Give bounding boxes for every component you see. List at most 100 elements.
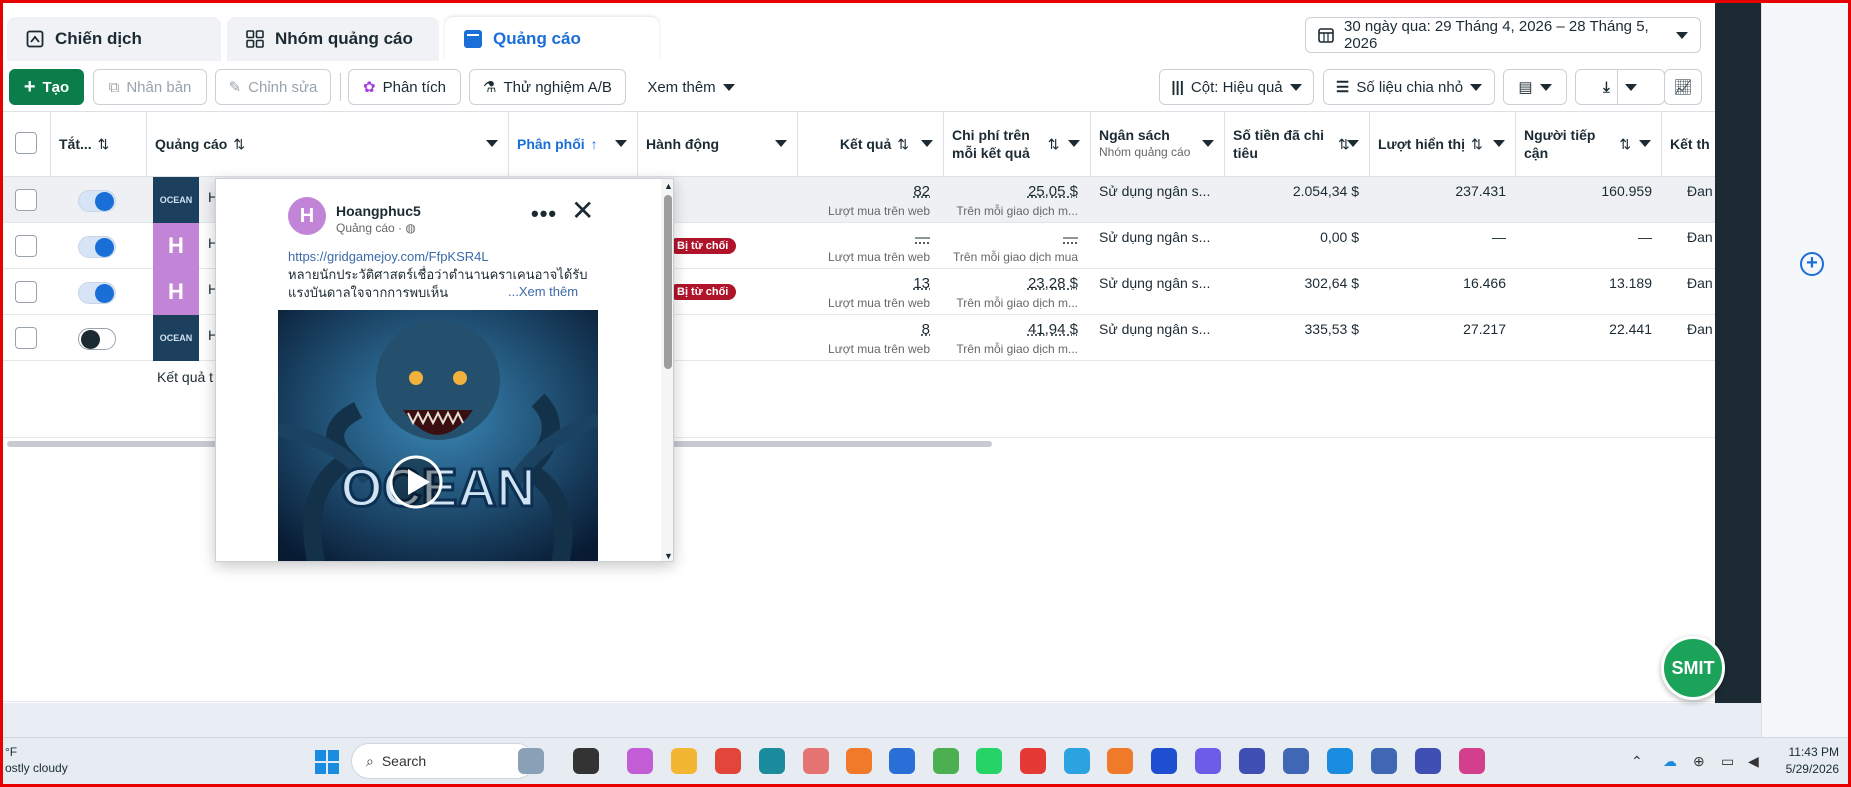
download-icon: ⤓ <box>1603 78 1610 96</box>
chevron-up-icon[interactable]: ⌃ <box>1631 753 1643 770</box>
analyze-button[interactable]: ✿ Phân tích <box>348 69 461 105</box>
ad-link[interactable]: https://gridgamejoy.com/FfpKSR4L <box>288 249 489 264</box>
app-icon[interactable] <box>933 748 959 774</box>
weather-widget[interactable]: °F ostly cloudy <box>5 744 68 776</box>
columns-label: Cột: Hiệu quả <box>1190 78 1283 96</box>
ad-thumbnail[interactable]: H <box>153 269 199 315</box>
ad-toggle[interactable] <box>78 282 116 304</box>
snipping-icon[interactable] <box>1459 748 1485 774</box>
chart-toggle-button[interactable]: 📈︎ <box>1664 69 1702 105</box>
app-icon[interactable] <box>1371 748 1397 774</box>
budget-cell[interactable]: Sử dụng ngân s... <box>1099 315 1223 361</box>
ab-test-button[interactable]: ⚗ Thử nghiệm A/B <box>469 69 626 105</box>
app-icon[interactable] <box>1283 748 1309 774</box>
file-explorer-icon[interactable] <box>573 748 599 774</box>
scroll-down-icon[interactable]: ▼ <box>664 551 673 561</box>
tab-adsets[interactable]: Nhóm quảng cáo <box>227 17 439 61</box>
chrome-icon[interactable] <box>715 748 741 774</box>
cpr-value[interactable]: — <box>944 229 1078 246</box>
whatsapp-icon[interactable] <box>976 748 1002 774</box>
budget-cell[interactable]: Sử dụng ngân s... <box>1099 269 1223 315</box>
clock[interactable]: 11:43 PM 5/29/2026 <box>1781 744 1839 778</box>
duplicate-icon: ⧉ <box>108 78 120 96</box>
tab-campaigns[interactable]: Chiến dịch <box>7 17 221 61</box>
col-ad[interactable]: Quảng cáo ⇅ <box>147 112 509 176</box>
col-spent[interactable]: Số tiền đã chi tiêu ⇅ <box>1225 112 1370 176</box>
tab-ads[interactable]: Quảng cáo <box>445 17 659 61</box>
firefox-icon[interactable] <box>846 748 872 774</box>
col-impressions[interactable]: Lượt hiển thị ⇅ <box>1370 112 1516 176</box>
results-value[interactable]: 82 <box>798 183 930 200</box>
col-onoff[interactable]: Tắt... ⇅ <box>51 112 147 176</box>
ad-thumbnail[interactable]: OCEAN <box>153 177 199 223</box>
taskbar-search[interactable]: ⌕ Search <box>351 743 535 779</box>
duplicate-button[interactable]: ⧉ Nhân bản <box>93 69 207 105</box>
app-icon[interactable] <box>1151 748 1177 774</box>
date-range-picker[interactable]: 30 ngày qua: 29 Tháng 4, 2026 – 28 Tháng… <box>1305 17 1701 53</box>
wps-icon[interactable] <box>1020 748 1046 774</box>
col-delivery[interactable]: Phân phối ↑ <box>509 112 638 176</box>
ad-thumbnail[interactable]: H <box>153 223 199 269</box>
scroll-up-icon[interactable]: ▲ <box>664 181 673 191</box>
close-icon[interactable]: ✕ <box>571 197 594 225</box>
app-icon[interactable] <box>1239 748 1265 774</box>
edit-button[interactable]: ✎ Chỉnh sửa <box>215 69 331 105</box>
cpr-value[interactable]: 41,94 $ <box>944 321 1078 338</box>
more-options-icon[interactable]: ••• <box>531 201 557 227</box>
create-button[interactable]: + Tạo <box>9 69 84 105</box>
col-actions[interactable]: Hành động <box>638 112 798 176</box>
columns-button[interactable]: ||| Cột: Hiệu quả <box>1159 69 1314 105</box>
select-all-checkbox[interactable] <box>15 132 37 154</box>
budget-cell[interactable]: Sử dụng ngân s... <box>1099 177 1223 223</box>
folder-icon[interactable] <box>671 748 697 774</box>
popup-scrollbar[interactable]: ▲ ▼ <box>661 179 673 561</box>
firefox-icon[interactable] <box>1107 748 1133 774</box>
col-cpr[interactable]: Chi phí trên mỗi kết quả ⇅ <box>944 112 1091 176</box>
ad-video-thumbnail[interactable]: OCEAN <box>278 310 598 561</box>
page-name[interactable]: Hoangphuc5 <box>336 203 421 219</box>
edge-icon[interactable] <box>759 748 785 774</box>
telegram-icon[interactable] <box>1064 748 1090 774</box>
onedrive-icon[interactable]: ☁ <box>1663 753 1677 770</box>
floating-action-button[interactable]: SMIT <box>1661 636 1725 700</box>
app-icon[interactable] <box>803 748 829 774</box>
see-more-link[interactable]: ...Xem thêm <box>508 284 578 299</box>
widgets-icon[interactable] <box>518 748 544 774</box>
copilot-icon[interactable] <box>627 748 653 774</box>
app-icon[interactable] <box>1415 748 1441 774</box>
chevron-down-icon <box>1624 83 1637 91</box>
col-budget[interactable]: Ngân sách Nhóm quảng cáo <box>1091 112 1225 176</box>
display-icon[interactable]: ▭ <box>1721 753 1734 770</box>
sort-asc-icon: ↑ <box>590 136 598 152</box>
network-icon[interactable]: ⊕ <box>1693 753 1705 770</box>
zalo-icon[interactable] <box>1327 748 1353 774</box>
ad-toggle[interactable] <box>78 236 116 258</box>
cpr-value[interactable]: 25,05 $ <box>944 183 1078 200</box>
row-checkbox[interactable] <box>15 327 37 349</box>
row-checkbox[interactable] <box>15 189 37 211</box>
cpr-value[interactable]: 23,28 $ <box>944 275 1078 292</box>
reports-button[interactable]: ▤ <box>1503 69 1567 105</box>
see-more-button[interactable]: Xem thêm <box>639 69 743 105</box>
windows-start-icon[interactable] <box>315 750 339 774</box>
col-reach[interactable]: Người tiếp cận ⇅ <box>1516 112 1662 176</box>
volume-icon[interactable]: ◀︎ <box>1748 753 1759 770</box>
results-value[interactable]: 8 <box>798 321 930 338</box>
app-icon[interactable] <box>1195 748 1221 774</box>
row-checkbox[interactable] <box>15 281 37 303</box>
breakdown-button[interactable]: ☰ Số liệu chia nhỏ <box>1323 69 1495 105</box>
store-icon[interactable] <box>889 748 915 774</box>
col-results[interactable]: Kết quả ⇅ <box>798 112 944 176</box>
col-ends[interactable]: Kết th <box>1662 112 1715 176</box>
scroll-thumb[interactable] <box>664 195 672 369</box>
budget-cell[interactable]: Sử dụng ngân s... <box>1099 223 1223 269</box>
results-value[interactable]: 13 <box>798 275 930 292</box>
ad-toggle[interactable] <box>78 328 116 350</box>
export-button[interactable]: ⤓ <box>1575 69 1665 105</box>
ad-toggle[interactable] <box>78 190 116 212</box>
results-value[interactable]: — <box>798 229 930 246</box>
row-checkbox[interactable] <box>15 235 37 257</box>
add-circle-icon[interactable]: + <box>1800 252 1824 276</box>
ad-thumbnail[interactable]: OCEAN <box>153 315 199 361</box>
end-cell: Đan <box>1687 183 1713 199</box>
